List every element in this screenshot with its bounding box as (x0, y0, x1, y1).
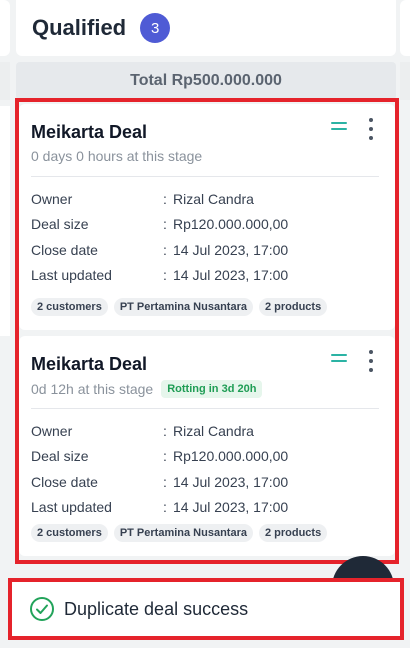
column-header: Qualified 3 (16, 0, 396, 56)
column-total: Total Rp500.000.000 (16, 62, 396, 100)
column-title: Qualified (32, 15, 127, 40)
check-circle-icon (30, 597, 54, 621)
toast-message: Duplicate deal success (64, 598, 249, 619)
adjacent-column-card (0, 106, 10, 336)
highlight-outline (15, 98, 399, 564)
toast-content: Duplicate deal success (20, 588, 392, 630)
adjacent-column-header (400, 0, 410, 56)
toast-notification: Duplicate deal success (8, 578, 404, 640)
deal-count-badge: 3 (140, 13, 171, 43)
pipeline-board: Qualified 3 Total Rp500.000.000 Meikarta… (0, 0, 410, 648)
adjacent-column-total (0, 62, 10, 100)
adjacent-column-total (400, 62, 410, 100)
adjacent-column-header (0, 0, 10, 56)
